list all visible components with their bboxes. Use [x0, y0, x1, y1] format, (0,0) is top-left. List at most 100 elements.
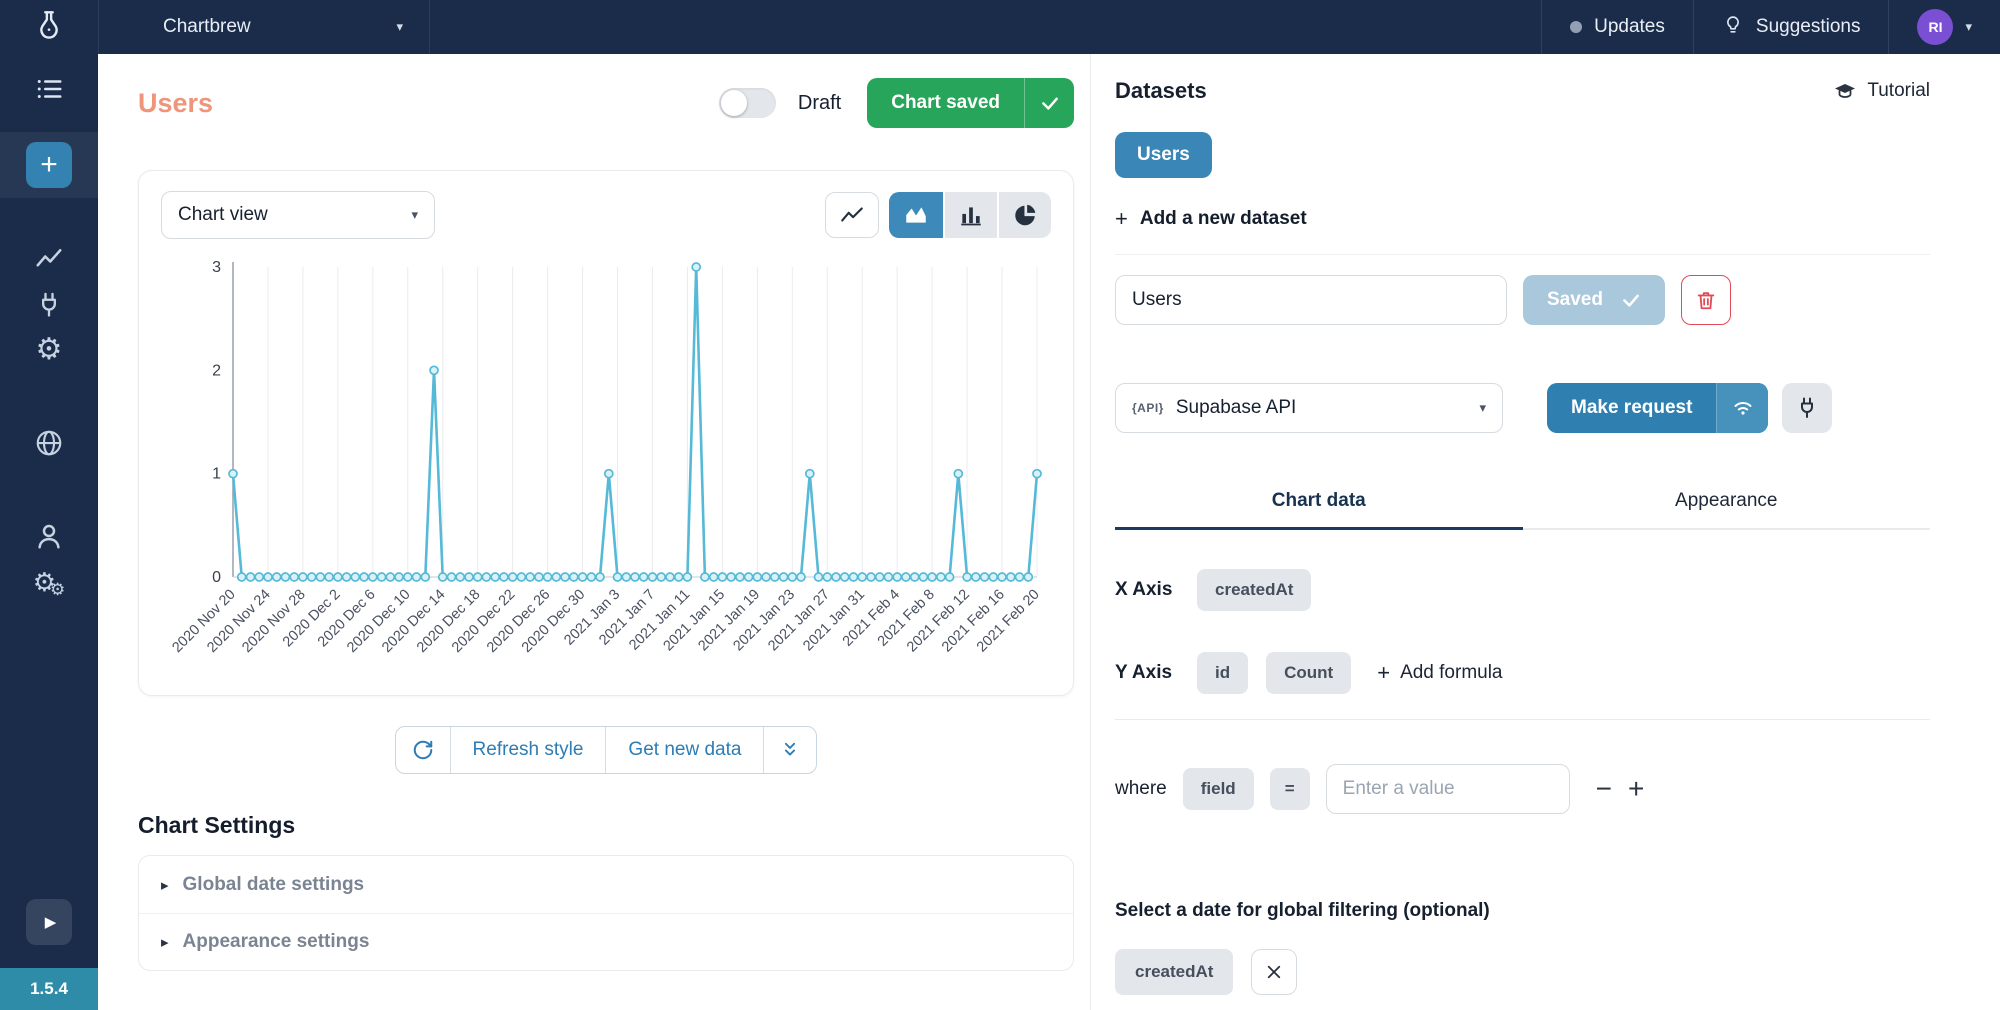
y-axis-operation-chip[interactable]: Count — [1266, 652, 1351, 694]
bar-chart-icon — [958, 202, 984, 228]
team-dropdown[interactable]: Chartbrew ▾ — [98, 0, 430, 54]
area-chart-type-button[interactable] — [889, 192, 943, 238]
refresh-style-icon-button[interactable] — [396, 727, 450, 773]
sidebar-item-charts[interactable] — [0, 242, 98, 276]
data-options-button[interactable] — [764, 727, 816, 773]
draft-label: Draft — [798, 92, 841, 115]
saved-label: Saved — [1547, 289, 1603, 311]
line-chart-type-button[interactable] — [825, 192, 879, 238]
user-menu[interactable]: RI ▾ — [1888, 0, 2000, 54]
chevron-down-icon: ▾ — [411, 207, 418, 223]
suggestions-button[interactable]: Suggestions — [1693, 0, 1889, 54]
refresh-style-button[interactable]: Refresh style — [451, 727, 606, 773]
sidebar-item-profile[interactable] — [0, 519, 98, 553]
dataset-tabs: Chart data Appearance — [1115, 490, 1930, 530]
sidebar-item-settings[interactable]: ⚙ — [0, 332, 98, 368]
caret-right-icon: ▸ — [161, 876, 169, 894]
team-name: Chartbrew — [163, 16, 251, 38]
area-chart-icon — [903, 202, 929, 228]
gear-icon: ⚙ — [36, 335, 63, 365]
chart-card-header: Chart view ▾ — [161, 191, 1051, 239]
chart-settings-title: Chart Settings — [138, 812, 1074, 839]
remove-condition-button[interactable]: − — [1596, 775, 1612, 803]
tutorial-link[interactable]: Tutorial — [1833, 79, 1930, 103]
delete-dataset-button[interactable] — [1681, 275, 1731, 325]
chart-type-buttons — [825, 192, 1051, 238]
svg-text:0: 0 — [212, 569, 221, 586]
list-icon — [34, 74, 64, 104]
create-chart-section: + — [0, 132, 98, 198]
sidebar-item-public[interactable] — [0, 426, 98, 460]
avatar: RI — [1917, 9, 1953, 45]
y-axis-row: Y Axis id Count + Add formula — [1115, 652, 1930, 694]
sidebar-item-connections[interactable] — [0, 288, 98, 322]
dataset-tab-users[interactable]: Users — [1115, 132, 1212, 178]
tab-appearance[interactable]: Appearance — [1523, 490, 1931, 528]
refresh-style-label: Refresh style — [473, 739, 584, 761]
condition-operator-chip[interactable]: = — [1270, 768, 1310, 810]
sidebar-item-team-settings[interactable]: ⚙ ⚙ — [0, 565, 98, 601]
chevron-down-icon: ▾ — [396, 19, 403, 35]
plus-icon: + — [1377, 660, 1390, 686]
global-date-settings-label: Global date settings — [183, 874, 365, 896]
lightbulb-icon — [1722, 13, 1744, 41]
saved-button[interactable]: Saved — [1523, 275, 1665, 325]
suggestions-label: Suggestions — [1756, 16, 1861, 38]
user-icon — [34, 521, 64, 551]
bar-chart-type-button[interactable] — [943, 192, 997, 238]
add-chart-button[interactable]: + — [26, 142, 72, 188]
plus-icon: + — [1115, 206, 1128, 232]
x-axis-row: X Axis createdAt — [1115, 569, 1930, 611]
app-logo[interactable] — [0, 0, 98, 54]
add-formula-button[interactable]: + Add formula — [1377, 660, 1502, 686]
globe-icon — [34, 428, 64, 458]
get-new-data-button[interactable]: Get new data — [606, 727, 763, 773]
plug-icon — [1795, 396, 1819, 420]
add-dataset-label: Add a new dataset — [1140, 208, 1307, 230]
connection-settings-button[interactable] — [1782, 383, 1832, 433]
team-settings-icon: ⚙ ⚙ — [33, 569, 66, 598]
condition-field-chip[interactable]: field — [1183, 768, 1254, 810]
global-date-settings-accordion[interactable]: ▸ Global date settings — [139, 856, 1073, 913]
appearance-settings-label: Appearance settings — [183, 931, 370, 953]
sidebar-menu-button[interactable] — [0, 72, 98, 106]
pie-chart-icon — [1012, 202, 1038, 228]
draft-toggle[interactable] — [719, 88, 776, 118]
chart-saved-button[interactable]: Chart saved — [867, 78, 1074, 128]
appearance-settings-accordion[interactable]: ▸ Appearance settings — [139, 913, 1073, 970]
condition-value-input[interactable] — [1326, 764, 1570, 814]
connection-row: {API} Supabase API ▾ Make request — [1115, 383, 1930, 433]
double-chevron-down-icon — [780, 740, 800, 760]
add-dataset-button[interactable]: + Add a new dataset — [1115, 206, 1930, 232]
x-axis-field-chip[interactable]: createdAt — [1197, 569, 1311, 611]
pie-chart-type-button[interactable] — [997, 192, 1051, 238]
date-filter-title: Select a date for global filtering (opti… — [1115, 900, 1930, 922]
dataset-name-input[interactable] — [1115, 275, 1507, 325]
trash-icon — [1695, 289, 1717, 311]
make-request-button[interactable]: Make request — [1547, 383, 1768, 433]
tutorial-label: Tutorial — [1867, 80, 1930, 102]
where-condition-row: where field = − + — [1115, 764, 1930, 814]
check-icon — [1621, 290, 1641, 310]
toggle-knob — [721, 90, 747, 116]
chart-type-group — [889, 192, 1051, 238]
add-condition-button[interactable]: + — [1628, 775, 1644, 803]
tab-chart-data[interactable]: Chart data — [1115, 490, 1523, 528]
connection-name: Supabase API — [1176, 397, 1296, 419]
flask-logo-icon — [33, 9, 65, 46]
y-axis-field-chip[interactable]: id — [1197, 652, 1248, 694]
sidebar-expand-button[interactable]: ▶ — [0, 899, 98, 945]
chartbrew-app: Chartbrew ▾ Updates Suggestions RI ▾ — [0, 0, 2000, 1010]
connection-dropdown[interactable]: {API} Supabase API ▾ — [1115, 383, 1503, 433]
make-request-label: Make request — [1547, 383, 1716, 433]
date-filter-field-chip[interactable]: createdAt — [1115, 949, 1233, 995]
chart-view-label: Chart view — [178, 204, 268, 226]
clear-date-filter-button[interactable] — [1251, 949, 1297, 995]
updates-dot-icon — [1570, 21, 1582, 33]
updates-button[interactable]: Updates — [1541, 0, 1693, 54]
chart-view-dropdown[interactable]: Chart view ▾ — [161, 191, 435, 239]
chart-card: Chart view ▾ — [138, 170, 1074, 696]
version-badge: 1.5.4 — [0, 968, 98, 1010]
updates-label: Updates — [1594, 16, 1665, 38]
topbar-actions: Updates Suggestions RI ▾ — [1541, 0, 2000, 54]
